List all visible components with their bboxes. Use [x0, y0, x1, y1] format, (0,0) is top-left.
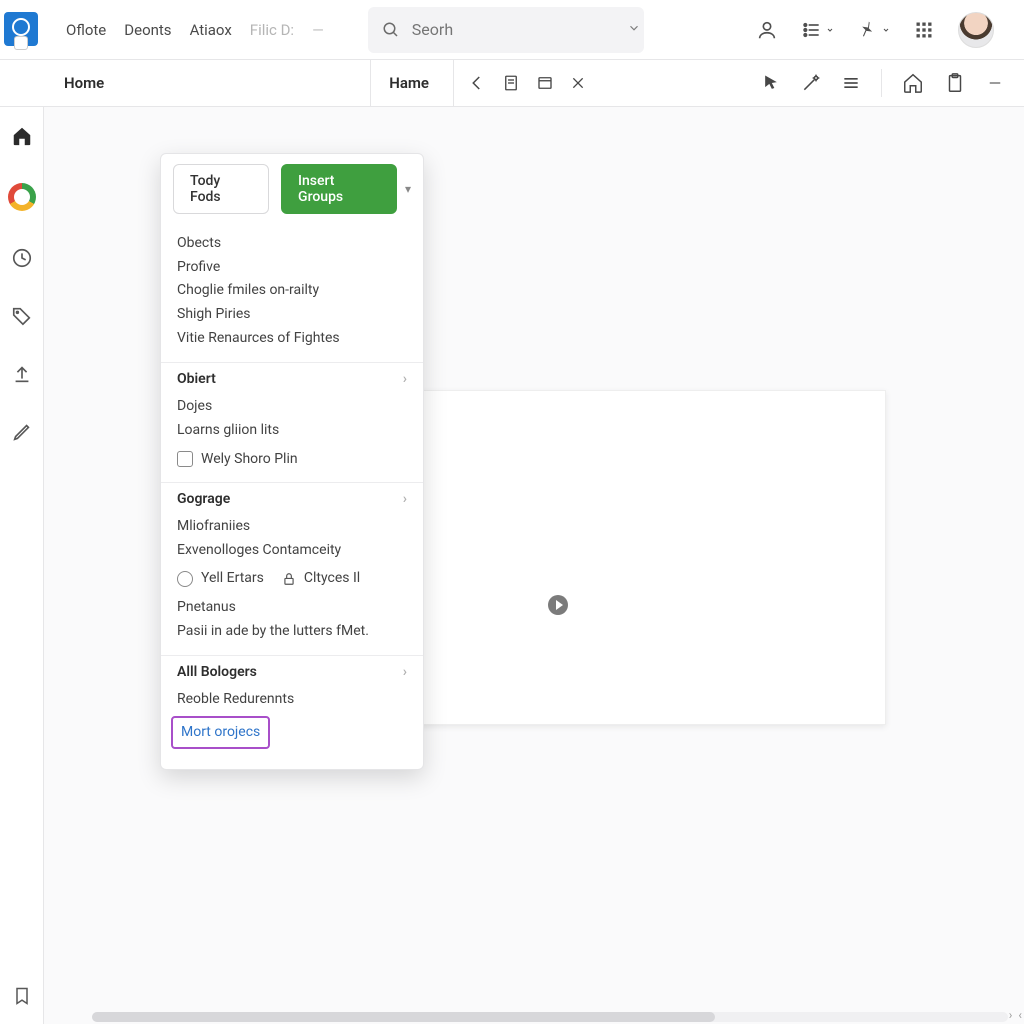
horizontal-scrollbar[interactable]	[92, 1012, 1008, 1022]
topbar-right	[756, 12, 1016, 48]
minus-icon[interactable]	[986, 74, 1004, 92]
section-title: Alll Bologers	[177, 662, 257, 684]
search-input[interactable]	[412, 20, 615, 39]
canvas-area[interactable]: Tody Fods Insert Groups ▾ Obects Profive…	[44, 107, 1024, 1024]
panel-item[interactable]: Exvenolloges Contamceity	[177, 539, 407, 563]
ribbon: Home Hame	[0, 60, 1024, 107]
rail-color-logo[interactable]	[8, 183, 36, 211]
home-outline-icon[interactable]	[902, 72, 924, 94]
menu-overflow[interactable]: —	[312, 21, 322, 39]
section-header[interactable]: Obiert ›	[177, 369, 407, 391]
home-fill-icon[interactable]	[11, 125, 33, 147]
dropdown-panel: Tody Fods Insert Groups ▾ Obects Profive…	[160, 153, 424, 770]
pencil-icon[interactable]	[11, 421, 33, 443]
section-header[interactable]: Gograge ›	[177, 489, 407, 511]
menu-item-disabled: Filic D:	[250, 21, 294, 39]
radio-label: Yell Ertars	[201, 568, 264, 590]
avatar[interactable]	[958, 12, 994, 48]
window-icon[interactable]	[536, 74, 554, 92]
chevron-right-icon: ›	[403, 662, 407, 684]
pill-tody-fods[interactable]: Tody Fods	[173, 164, 269, 214]
bookmark-icon[interactable]	[12, 986, 32, 1006]
panel-item[interactable]: Mliofraniies	[177, 515, 407, 539]
wand-icon[interactable]	[801, 73, 821, 93]
panel-item[interactable]: Pasii in ade by the lutters fMet.	[177, 620, 407, 644]
chevron-right-icon: ›	[403, 369, 407, 391]
panel-section-obiert: Obiert › Dojes Loarns gliion lits Wely S…	[161, 362, 423, 482]
panel-item[interactable]: Dojes	[177, 395, 407, 419]
lock-icon	[282, 571, 296, 587]
chevron-down-icon[interactable]: ▾	[405, 182, 411, 196]
search-icon	[382, 21, 400, 39]
section-header[interactable]: Alll Bologers ›	[177, 662, 407, 684]
panel-item[interactable]: Choglie fmiles on-railty	[177, 279, 407, 303]
ribbon-label-hame[interactable]: Hame	[370, 60, 453, 106]
scroll-corner: ›‹	[1009, 1008, 1022, 1022]
menu-item[interactable]: Deonts	[124, 21, 171, 39]
panel-section-1: Obects Profive Choglie fmiles on-railty …	[161, 226, 423, 362]
panel-item[interactable]: Loarns gliion lits	[177, 419, 407, 443]
upload-icon[interactable]	[11, 363, 33, 385]
lock-label: Cltyces Il	[304, 568, 360, 590]
clipboard-icon[interactable]	[944, 72, 966, 94]
tool-cluster-history	[453, 60, 600, 106]
panel-item[interactable]: Pnetanus	[177, 596, 407, 620]
panel-item[interactable]: Profive	[177, 256, 407, 280]
menu-item[interactable]: Atiaox	[190, 21, 232, 39]
close-icon[interactable]	[570, 75, 586, 91]
tab-home[interactable]: Home	[44, 60, 124, 106]
panel-item[interactable]: Shigh Piries	[177, 303, 407, 327]
radio-icon	[177, 571, 193, 587]
radio-option[interactable]: Yell Ertars	[177, 568, 264, 590]
ribbon-right	[761, 69, 1024, 97]
panel-section-gograge: Gograge › Mliofraniies Exvenolloges Cont…	[161, 482, 423, 655]
pin-dropdown-icon[interactable]	[858, 20, 890, 40]
menu-item[interactable]: Oflote	[66, 21, 106, 39]
section-title: Obiert	[177, 369, 216, 391]
chevron-right-icon: ›	[403, 489, 407, 511]
top-menu-bar: Oflote Deonts Atiaox Filic D: —	[66, 21, 322, 39]
highlighted-link[interactable]: Mort orojecs	[171, 716, 270, 750]
person-icon[interactable]	[756, 19, 778, 41]
apps-grid-icon[interactable]	[914, 20, 934, 40]
locked-option[interactable]: Cltyces Il	[282, 568, 360, 590]
back-arrow-icon[interactable]	[468, 74, 486, 92]
panel-section-bologers: Alll Bologers › Reoble Redurennts Mort o…	[161, 655, 423, 761]
global-topbar: Oflote Deonts Atiaox Filic D: —	[0, 0, 1024, 60]
pill-insert-groups[interactable]: Insert Groups	[281, 164, 397, 214]
panel-item[interactable]: Reoble Redurennts	[177, 688, 407, 712]
chevron-down-icon[interactable]	[627, 20, 641, 39]
checkbox-option[interactable]: Wely Shoro Plin	[177, 449, 298, 471]
cursor-icon[interactable]	[761, 73, 781, 93]
clock-icon[interactable]	[11, 247, 33, 269]
document-icon[interactable]	[502, 74, 520, 92]
search-box[interactable]	[368, 7, 644, 53]
left-rail	[0, 107, 44, 1024]
hamburger-icon[interactable]	[841, 73, 861, 93]
play-button[interactable]	[548, 595, 568, 615]
checkbox-icon	[177, 451, 193, 467]
list-dropdown-icon[interactable]	[802, 20, 834, 40]
checkbox-label: Wely Shoro Plin	[201, 449, 298, 471]
panel-item[interactable]: Vitie Renaurces of Fightes	[177, 327, 407, 351]
app-logo[interactable]	[4, 12, 38, 46]
tag-icon[interactable]	[11, 305, 33, 327]
section-title: Gograge	[177, 489, 230, 511]
panel-item[interactable]: Obects	[177, 232, 407, 256]
